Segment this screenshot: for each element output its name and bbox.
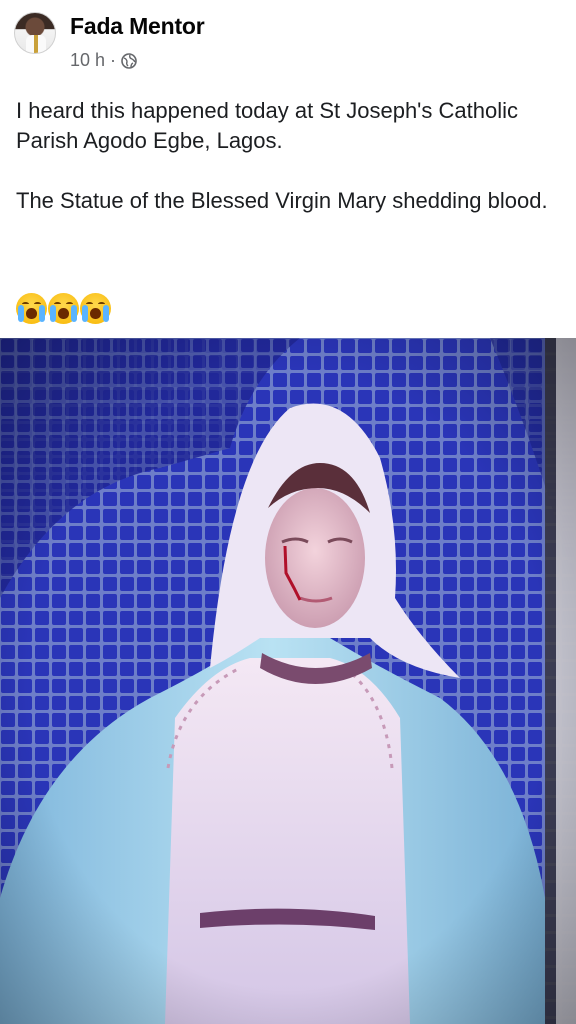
- post-time[interactable]: 10 h: [70, 50, 105, 71]
- post-body: I heard this happened today at St Joseph…: [16, 96, 561, 246]
- globe-icon[interactable]: [121, 52, 137, 69]
- post-paragraph-2: The Statue of the Blessed Virgin Mary sh…: [16, 188, 548, 213]
- post-photo[interactable]: [0, 338, 576, 1024]
- avatar-stole: [34, 35, 38, 53]
- post-meta: 10 h ·: [70, 50, 137, 71]
- crying-face-icon: [16, 293, 47, 324]
- avatar[interactable]: [14, 12, 56, 54]
- emoji-row: [16, 293, 111, 324]
- post-header: Fada Mentor 10 h ·: [0, 0, 576, 80]
- meta-separator: ·: [110, 50, 117, 70]
- author-name[interactable]: Fada Mentor: [70, 13, 205, 40]
- crying-face-icon: [80, 293, 111, 324]
- statue-photo: [0, 338, 576, 1024]
- post-paragraph-1: I heard this happened today at St Joseph…: [16, 98, 518, 153]
- crying-face-icon: [48, 293, 79, 324]
